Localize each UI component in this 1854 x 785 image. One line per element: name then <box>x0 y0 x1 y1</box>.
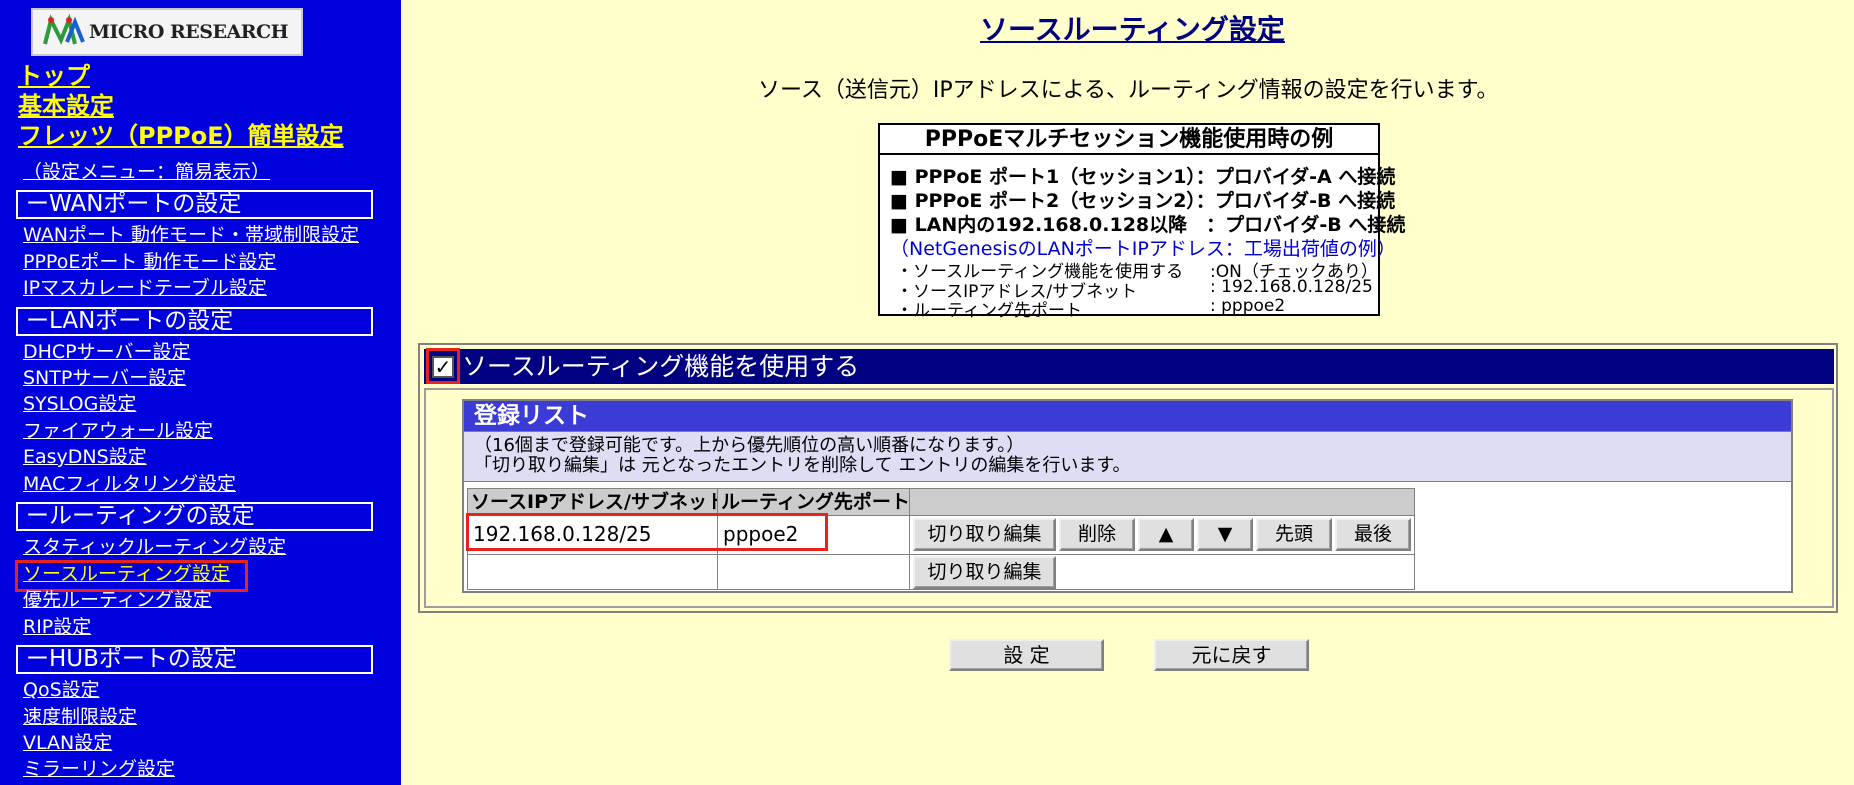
nav-section-wan: ーWANポートの設定 <box>16 190 373 219</box>
nav-item-mac-filter[interactable]: MACフィルタリング設定 <box>23 472 236 496</box>
source-routing-panel: ソースルーティング機能を使用する ✓ 登録リスト （16個まで登録可能です。上か… <box>418 343 1838 613</box>
nav-link-menu-mode[interactable]: （設定メニュー：簡易表示） <box>23 160 270 184</box>
checkbox-highlight-box <box>426 348 460 384</box>
feature-title-bar: ソースルーティング機能を使用する <box>424 349 1834 384</box>
cut-edit-button-empty-row[interactable]: 切り取り編集 <box>913 556 1056 589</box>
example-line-2: ■ PPPoE ポート2（セッション2）：プロバイダ-B へ接続 <box>890 190 1396 212</box>
reset-button[interactable]: 元に戻す <box>1154 639 1309 671</box>
list-title: 登録リスト <box>464 401 1791 432</box>
list-note-line-1: （16個まで登録可能です。上から優先順位の高い順番になります。） <box>474 435 1025 456</box>
nav-item-easydns[interactable]: EasyDNS設定 <box>23 445 147 469</box>
nav-item-rip[interactable]: RIP設定 <box>23 615 91 639</box>
nav-item-speed-limit[interactable]: 速度制限設定 <box>23 705 137 729</box>
registration-list: 登録リスト （16個まで登録可能です。上から優先順位の高い順番になります。） 「… <box>462 399 1793 593</box>
example-setting-value-3: : pppoe2 <box>1210 296 1286 316</box>
nav-section-routing: ールーティングの設定 <box>16 502 373 531</box>
column-header-source-ip: ソースIPアドレス/サブネット <box>467 488 726 516</box>
example-title: PPPoEマルチセッション機能使用時の例 <box>880 125 1378 155</box>
nav-item-static-routing[interactable]: スタティックルーティング設定 <box>23 535 286 559</box>
logo[interactable]: MICRO RESEARCH <box>31 8 303 56</box>
column-header-actions <box>909 488 1415 516</box>
list-note-line-2: 「切り取り編集」は 元となったエントリを削除して エントリの編集を行います。 <box>474 455 1131 476</box>
example-setting-label-3: ・ルーティング先ポート <box>896 301 1082 321</box>
nav-item-syslog[interactable]: SYSLOG設定 <box>23 392 136 416</box>
cut-edit-button[interactable]: 切り取り編集 <box>913 518 1056 551</box>
nav-item-firewall[interactable]: ファイアウォール設定 <box>23 419 213 443</box>
example-line-3: ■ LAN内の192.168.0.128以降 ：プロバイダ-B へ接続 <box>890 214 1406 236</box>
table-row-2-routing-port <box>717 554 910 590</box>
nav-link-flets-easy-setup[interactable]: フレッツ（PPPoE）簡単設定 <box>18 122 344 150</box>
nav-item-vlan[interactable]: VLAN設定 <box>23 731 112 755</box>
nav-item-mirroring[interactable]: ミラーリング設定 <box>23 757 175 781</box>
nav-item-wan-mode[interactable]: WANポート 動作モード・帯域制限設定 <box>23 223 359 247</box>
page-description: ソース（送信元）IPアドレスによる、ルーティング情報の設定を行います。 <box>758 78 1499 103</box>
nav-link-top[interactable]: トップ <box>18 62 90 90</box>
example-setting-value-2: : 192.168.0.128/25 <box>1210 277 1373 297</box>
nav-item-qos[interactable]: QoS設定 <box>23 678 100 702</box>
list-note: （16個まで登録可能です。上から優先順位の高い順番になります。） 「切り取り編集… <box>464 432 1791 482</box>
move-up-button[interactable]: ▲ <box>1138 518 1194 551</box>
move-down-button[interactable]: ▼ <box>1197 518 1253 551</box>
page-title: ソースルーティング設定 <box>980 13 1285 46</box>
logo-text: MICRO RESEARCH <box>89 21 289 43</box>
example-box: PPPoEマルチセッション機能使用時の例 ■ PPPoE ポート1（セッション1… <box>878 123 1405 321</box>
move-to-top-button[interactable]: 先頭 <box>1256 518 1332 551</box>
row-highlight-box <box>466 513 828 551</box>
column-header-routing-port: ルーティング先ポート <box>717 488 910 516</box>
submit-button[interactable]: 設 定 <box>949 639 1104 671</box>
nav-item-pppoe-mode[interactable]: PPPoEポート 動作モード設定 <box>23 250 276 274</box>
example-line-1: ■ PPPoE ポート1（セッション1）：プロバイダ-A へ接続 <box>890 166 1396 188</box>
feature-label: ソースルーティング機能を使用する <box>462 352 860 381</box>
nav-item-dhcp[interactable]: DHCPサーバー設定 <box>23 340 190 364</box>
sidebar: MICRO RESEARCH トップ 基本設定 フレッツ（PPPoE）簡単設定 … <box>0 0 401 785</box>
nav-section-lan: ーLANポートの設定 <box>16 307 373 336</box>
nav-link-basic-settings[interactable]: 基本設定 <box>18 92 114 120</box>
nav-item-priority-routing[interactable]: 優先ルーティング設定 <box>23 588 212 612</box>
table-row-2-source-ip <box>467 554 718 590</box>
move-to-bottom-button[interactable]: 最後 <box>1335 518 1411 551</box>
delete-button[interactable]: 削除 <box>1059 518 1135 551</box>
nav-item-ip-masquerade[interactable]: IPマスカレードテーブル設定 <box>23 276 267 300</box>
nav-section-hub: ーHUBポートの設定 <box>16 645 373 674</box>
nav-item-sntp[interactable]: SNTPサーバー設定 <box>23 366 186 390</box>
